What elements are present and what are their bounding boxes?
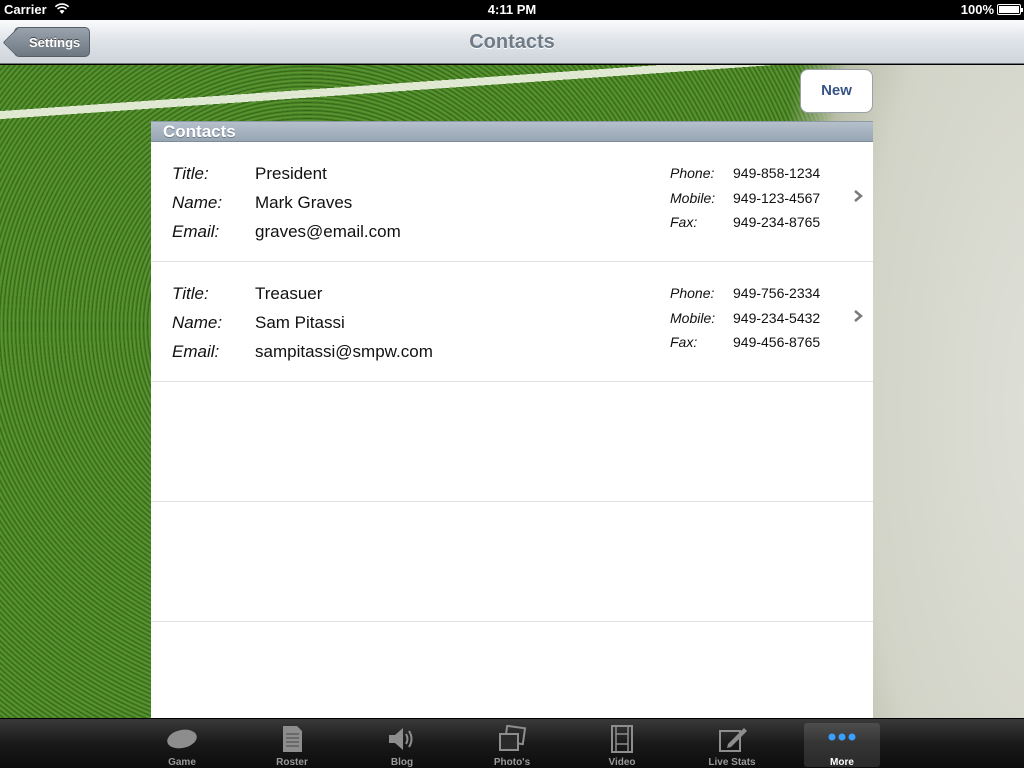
empty-row [151,502,873,622]
edit-icon [719,728,747,752]
contact-mobile: 949-123-4567 [733,190,821,206]
speaker-icon [389,728,413,750]
more-icon [828,733,856,741]
tab-photos[interactable]: Photo's [474,723,550,768]
tab-game[interactable]: Game [144,723,220,768]
title-label: Title: [172,284,209,303]
new-contact-button[interactable]: New [800,69,873,113]
email-label: Email: [172,222,220,241]
tab-roster[interactable]: Roster [254,723,330,768]
contact-fax: 949-456-8765 [733,334,821,350]
status-time: 4:11 PM [487,2,537,17]
mobile-label: Mobile: [670,190,716,206]
tab-label: More [830,757,854,768]
contact-email: sampitassi@smpw.com [255,342,433,361]
chevron-right-icon [854,190,863,202]
tab-blog[interactable]: Blog [364,723,440,768]
contact-title: President [255,164,327,183]
contact-row[interactable]: Title: Treasuer Name: Sam Pitassi Email:… [151,262,873,382]
contact-phone: 949-756-2334 [733,285,821,301]
tab-more[interactable]: More [804,723,880,768]
phone-label: Phone: [670,165,715,181]
tab-label: Blog [390,757,414,768]
contact-title: Treasuer [255,284,323,303]
status-bar: Carrier 4:11 PM 100% [0,0,1024,20]
contacts-table: Contacts Title: President Name: Mark Gra… [151,121,873,718]
tab-label: Game [168,757,196,768]
contact-fax: 949-234-8765 [733,214,821,230]
email-label: Email: [172,342,220,361]
football-icon [167,729,197,749]
document-icon [283,726,302,752]
contact-email: graves@email.com [255,222,401,241]
battery-icon [997,4,1023,15]
contact-name: Sam Pitassi [255,313,345,332]
navigation-bar: Settings Contacts [0,20,1024,64]
fax-label: Fax: [670,334,698,350]
contact-name: Mark Graves [255,193,353,212]
phone-label: Phone: [670,285,715,301]
tab-live-stats[interactable]: Live Stats [694,723,770,768]
name-label: Name: [172,193,223,212]
fax-label: Fax: [670,214,698,230]
film-icon [611,725,633,753]
name-label: Name: [172,313,223,332]
page-title: Contacts [469,31,555,53]
contact-phone: 949-858-1234 [733,165,821,181]
tab-video[interactable]: Video [584,723,660,768]
contact-mobile: 949-234-5432 [733,310,821,326]
tab-label: Roster [276,757,308,768]
chevron-right-icon [854,310,863,322]
contact-row[interactable]: Title: President Name: Mark Graves Email… [151,142,873,262]
title-label: Title: [172,164,209,183]
battery-percentage: 100% [960,2,994,17]
empty-row [151,382,873,502]
tab-label: Video [608,757,636,768]
tab-bar: Game Roster Blog Photo's Video Live Stat… [0,718,1024,768]
mobile-label: Mobile: [670,310,716,326]
tab-label: Live Stats [708,757,756,768]
section-header: Contacts [151,121,873,142]
tab-label: Photo's [493,757,531,768]
photos-icon [499,725,527,751]
battery-fill [999,6,1019,13]
